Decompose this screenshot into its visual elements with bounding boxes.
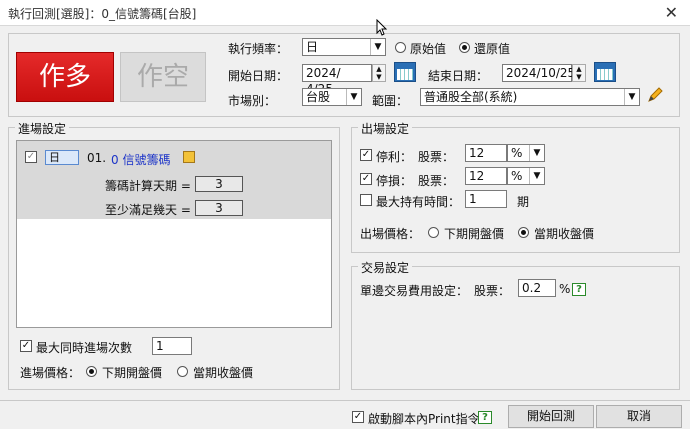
max-hold-field[interactable]: 1 [465, 190, 507, 208]
condition-index: 01. [87, 151, 107, 165]
chevron-down-icon: ▼ [624, 89, 639, 105]
chevron-down-icon: ▼ [529, 168, 544, 184]
exit-price-next-open-radio[interactable] [428, 227, 439, 238]
take-profit-unit-select[interactable]: % ▼ [507, 144, 545, 162]
take-profit-unit-label: 股票： [418, 150, 455, 164]
exit-price-label: 出場價格： [360, 227, 421, 241]
range-select[interactable]: 普通股全部(系統) ▼ [420, 88, 640, 106]
help-icon[interactable]: ? [572, 283, 586, 296]
entry-price-close-radio[interactable] [177, 366, 188, 377]
entry-price-close-label: 當期收盤價 [193, 366, 254, 380]
param2-value[interactable]: 3 [195, 200, 243, 216]
entry-price-label: 進場價格： [20, 366, 81, 380]
take-profit-field[interactable]: 12 [465, 144, 507, 162]
take-profit-checkbox[interactable]: ✓ [360, 149, 372, 161]
range-label: 範圍： [372, 94, 409, 108]
stop-loss-field[interactable]: 12 [465, 167, 507, 185]
help-icon[interactable]: ? [478, 411, 492, 424]
market-select[interactable]: 台股 ▼ [302, 88, 362, 106]
max-entries-checkbox[interactable]: ✓ [20, 340, 32, 352]
stop-loss-label: 停損： [376, 174, 413, 188]
end-date-spinner[interactable]: ▲ ▼ [572, 64, 586, 82]
short-button[interactable]: 作空 [120, 52, 206, 102]
stop-loss-unit-label: 股票： [418, 174, 455, 188]
exit-price-close-radio[interactable] [518, 227, 529, 238]
condition-name[interactable]: 0 信號籌碼 [111, 151, 170, 168]
max-hold-label: 最大持有時間： [376, 195, 461, 209]
max-hold-unit: 期 [517, 195, 530, 209]
fee-unit-label: 股票： [474, 284, 511, 298]
max-entries-label: 最大同時進場次數 [36, 341, 133, 355]
chevron-down-icon: ▼ [529, 145, 544, 161]
take-profit-label: 停利： [376, 150, 413, 164]
entry-group-title: 進場設定 [15, 120, 70, 137]
chevron-down-icon: ▼ [346, 89, 361, 105]
start-date-spinner[interactable]: ▲ ▼ [372, 64, 386, 82]
trade-group-title: 交易設定 [358, 259, 413, 276]
cursor-icon [376, 19, 388, 36]
exit-group-title: 出場設定 [358, 120, 413, 137]
cancel-button[interactable]: 取消 [596, 405, 682, 428]
condition-row[interactable]: ✓ 日 01. 0 信號籌碼 籌碼計算天期 = 3 至少滿足幾天 = 3 [17, 141, 331, 219]
calendar-icon[interactable] [394, 62, 416, 82]
param1-label: 籌碼計算天期 = [105, 179, 191, 193]
condition-settings-icon[interactable] [183, 151, 195, 163]
entry-condition-list[interactable]: ✓ 日 01. 0 信號籌碼 籌碼計算天期 = 3 至少滿足幾天 = 3 [16, 140, 332, 328]
start-date-label: 開始日期： [228, 69, 289, 83]
fee-field[interactable]: 0.2 [518, 279, 556, 297]
max-hold-checkbox[interactable] [360, 194, 372, 206]
start-backtest-button[interactable]: 開始回測 [508, 405, 594, 428]
pencil-edit-icon[interactable] [646, 86, 664, 104]
market-label: 市場別： [228, 94, 277, 108]
fee-label: 單邊交易費用設定： [360, 284, 469, 298]
exit-price-close-label: 當期收盤價 [534, 227, 595, 241]
condition-checkbox[interactable]: ✓ [25, 151, 37, 163]
price-adjusted-label: 還原值 [474, 42, 511, 56]
end-date-label: 結束日期： [428, 69, 489, 83]
price-adjusted-radio[interactable] [459, 42, 470, 53]
window-title: 執行回測[選股]：0_信號籌碼[台股] [8, 7, 197, 21]
max-entries-field[interactable]: 1 [152, 337, 192, 355]
freq-select[interactable]: 日 ▼ [302, 38, 386, 56]
price-original-label: 原始值 [410, 42, 447, 56]
start-date-field[interactable]: 2024/ 4/25 [302, 64, 372, 96]
close-icon[interactable]: ✕ [665, 3, 678, 22]
stop-loss-checkbox[interactable]: ✓ [360, 173, 372, 185]
long-button[interactable]: 作多 [16, 52, 114, 102]
param2-label: 至少滿足幾天 = [105, 203, 191, 217]
title-bar: 執行回測[選股]：0_信號籌碼[台股] ✕ [0, 0, 690, 26]
condition-freq-select[interactable]: 日 [45, 150, 79, 165]
stop-loss-unit-select[interactable]: % ▼ [507, 167, 545, 185]
param1-value[interactable]: 3 [195, 176, 243, 192]
exit-price-next-open-label: 下期開盤價 [444, 227, 505, 241]
end-date-field[interactable]: 2024/10/25 [502, 64, 575, 82]
calendar-icon[interactable] [594, 62, 616, 82]
price-original-radio[interactable] [395, 42, 406, 53]
print-label: 啟動腳本內Print指令 [368, 412, 480, 426]
entry-price-next-open-radio[interactable] [86, 366, 97, 377]
chevron-down-icon: ▼ [370, 39, 385, 55]
entry-price-next-open-label: 下期開盤價 [102, 366, 163, 380]
print-checkbox[interactable]: ✓ [352, 411, 364, 423]
freq-label: 執行頻率： [228, 42, 289, 56]
fee-unit: % [559, 282, 571, 296]
